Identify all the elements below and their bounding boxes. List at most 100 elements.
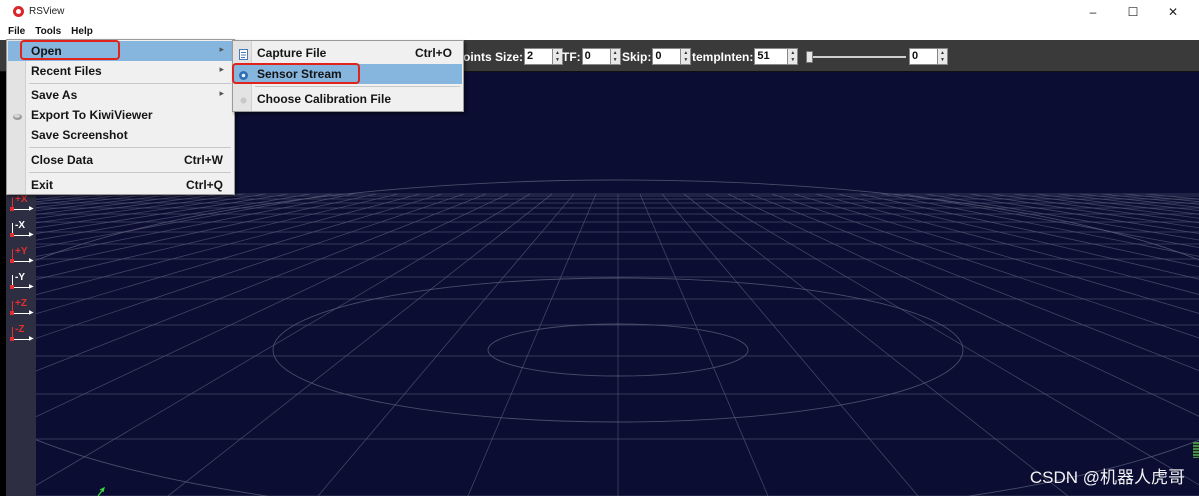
origin-dot-icon (10, 207, 14, 211)
slider-value-spinbox[interactable]: 0 ▲ ▼ (909, 48, 948, 65)
arrow-tip-icon: ▶ (29, 232, 34, 238)
arrow-tip-icon: ▶ (29, 336, 34, 342)
tf-field: TF: 0 ▲ ▼ (562, 48, 621, 65)
annotation-highlight-open (20, 40, 120, 60)
submenu-arrow-icon: ▸ (219, 44, 224, 54)
app-logo-icon (13, 6, 24, 17)
exit-shortcut: Ctrl+Q (185, 178, 223, 192)
skip-spin-arrows[interactable]: ▲ ▼ (681, 48, 692, 65)
close-button[interactable]: ✕ (1153, 0, 1193, 23)
rsview-app: RSView – ☐ ✕ File Tools Help oints Size:… (0, 0, 1199, 496)
axis-button-label: +X (15, 194, 28, 205)
temp-inten-spinbox[interactable]: 51 ▲ ▼ (754, 48, 799, 65)
slider-handle[interactable] (806, 51, 813, 63)
menu-separator (255, 86, 460, 87)
open-capture-file[interactable]: Capture File Ctrl+O (234, 43, 462, 63)
menu-file[interactable]: File (0, 23, 30, 40)
slider-value[interactable]: 0 (909, 48, 938, 65)
intensity-slider[interactable] (806, 51, 906, 63)
axis-arrow-icon (12, 287, 30, 288)
file-menu-save-screenshot[interactable]: Save Screenshot (8, 125, 233, 145)
open-choose-calibration-file[interactable]: Choose Calibration File (234, 89, 462, 109)
temp-inten-field: tempInten: 51 ▲ ▼ (692, 48, 799, 65)
annotation-highlight-sensor-stream (232, 63, 360, 84)
file-menu-exit-label: Exit (31, 178, 54, 192)
file-menu-exit[interactable]: Exit Ctrl+Q (8, 175, 233, 195)
axis-arrow-icon (12, 261, 30, 262)
axis-view-button[interactable]: ▶ +Z (10, 298, 34, 322)
menu-separator (29, 147, 231, 148)
window-title: RSView (29, 6, 65, 17)
skip-field: Skip: 0 ▲ ▼ (622, 48, 692, 65)
axis-arrow-icon (12, 209, 30, 210)
tf-label: TF: (562, 49, 581, 64)
origin-dot-icon (10, 285, 14, 289)
points-size-value[interactable]: 2 (524, 48, 554, 65)
axis-button-label: -Z (15, 324, 25, 335)
origin-dot-icon (10, 259, 14, 263)
tf-spin-arrows[interactable]: ▲ ▼ (610, 48, 621, 65)
window-controls: – ☐ ✕ (1073, 0, 1193, 23)
menu-separator (29, 172, 231, 173)
file-menu-recent-files-label: Recent Files (31, 64, 102, 78)
axis-arrow-icon (12, 339, 30, 340)
file-menu-save-screenshot-label: Save Screenshot (31, 128, 128, 142)
axis-view-button[interactable]: ▶ -Y (10, 272, 34, 296)
file-menu-export-kiwiviewer[interactable]: Export To KiwiViewer (8, 105, 233, 125)
title-bar: RSView – ☐ ✕ (0, 0, 1199, 23)
file-menu-export-kiwiviewer-label: Export To KiwiViewer (31, 108, 153, 122)
calibration-icon (238, 93, 249, 104)
axis-view-button[interactable]: ▶ +Y (10, 246, 34, 270)
axis-button-label: -Y (15, 272, 25, 283)
axis-button-label: +Y (15, 246, 28, 257)
origin-dot-icon (10, 233, 14, 237)
points-size-spinbox[interactable]: 2 ▲ ▼ (524, 48, 564, 65)
minimize-button[interactable]: – (1073, 0, 1113, 23)
menu-separator (29, 83, 231, 84)
file-menu-close-data-label: Close Data (31, 153, 94, 167)
arrow-tip-icon: ▶ (29, 310, 34, 316)
axis-view-button[interactable]: ▶ +X (10, 194, 34, 218)
menu-help[interactable]: Help (66, 23, 98, 40)
arrow-tip-icon: ▶ (29, 258, 34, 264)
temp-inten-spin-arrows[interactable]: ▲ ▼ (788, 48, 799, 65)
capture-file-shortcut: Ctrl+O (414, 46, 452, 60)
submenu-arrow-icon: ▸ (219, 88, 224, 98)
file-menu-save-as-label: Save As (31, 88, 78, 102)
origin-dot-icon (10, 311, 14, 315)
file-menu-recent-files[interactable]: Recent Files ▸ (8, 61, 233, 81)
points-size-field: oints Size: 2 ▲ ▼ (463, 48, 564, 65)
resize-grip[interactable] (1193, 442, 1199, 458)
skip-label: Skip: (622, 49, 652, 64)
axis-button-label: -X (15, 220, 25, 231)
menu-bar: File Tools Help (0, 23, 1199, 40)
axis-view-button[interactable]: ▶ -X (10, 220, 34, 244)
file-menu: Open ▸ Recent Files ▸ Save As ▸ Export T… (6, 39, 235, 195)
skip-value[interactable]: 0 (652, 48, 682, 65)
close-data-shortcut: Ctrl+W (184, 153, 223, 167)
watermark-text: CSDN @机器人虎哥 (1029, 468, 1185, 487)
arrow-tip-icon: ▶ (29, 284, 34, 290)
tf-spinbox[interactable]: 0 ▲ ▼ (581, 48, 621, 65)
tf-value[interactable]: 0 (581, 48, 611, 65)
temp-inten-label: tempInten: (692, 49, 754, 64)
kiwi-icon (12, 109, 23, 120)
axis-arrow-icon (12, 313, 30, 314)
axis-view-button[interactable]: ▶ -Z (10, 324, 34, 348)
file-menu-close-data[interactable]: Close Data Ctrl+W (8, 150, 233, 170)
axis-arrow-icon (12, 235, 30, 236)
submenu-arrow-icon: ▸ (219, 64, 224, 74)
maximize-button[interactable]: ☐ (1113, 0, 1153, 23)
axis-button-label: +Z (15, 298, 27, 309)
file-menu-save-as[interactable]: Save As ▸ (8, 85, 233, 105)
skip-spinbox[interactable]: 0 ▲ ▼ (652, 48, 692, 65)
document-icon (238, 47, 249, 60)
slider-value-field: 0 ▲ ▼ (909, 48, 948, 65)
menu-tools[interactable]: Tools (30, 23, 66, 40)
open-choose-calibration-file-label: Choose Calibration File (257, 92, 392, 106)
points-size-label: oints Size: (463, 49, 524, 64)
temp-inten-value[interactable]: 51 (754, 48, 789, 65)
open-capture-file-label: Capture File (257, 46, 327, 60)
slider-track[interactable] (810, 56, 906, 58)
slider-value-spin-arrows[interactable]: ▲ ▼ (938, 48, 948, 65)
